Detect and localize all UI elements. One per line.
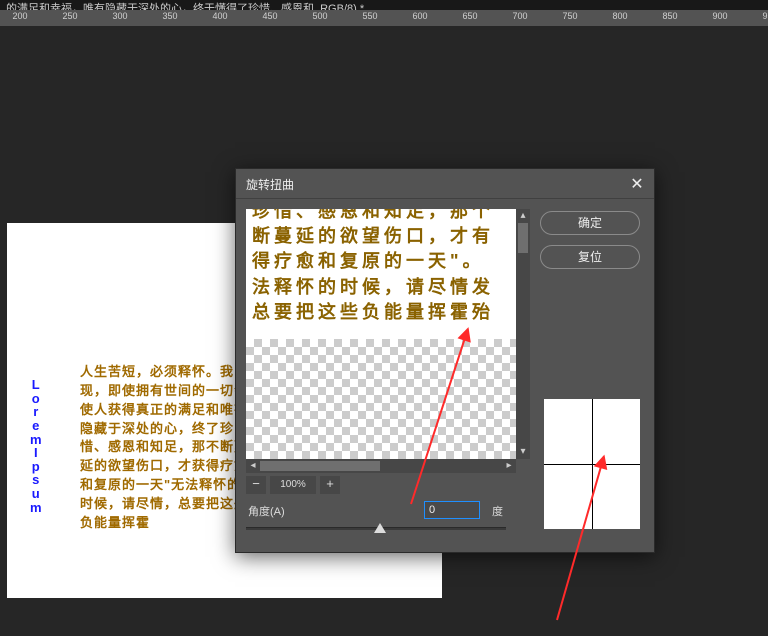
angle-input[interactable] [424, 501, 480, 519]
horizontal-ruler: 1502002503003504004505005506006507007508… [0, 10, 768, 26]
effect-thumbnail [544, 399, 640, 529]
dialog-titlebar[interactable]: 旋转扭曲 ✕ [236, 169, 654, 199]
scroll-right-icon[interactable]: ▸ [502, 459, 516, 473]
dialog-buttons: 确定 复位 [540, 211, 640, 279]
preview-scrollbar-horizontal[interactable]: ◂ ▸ [246, 459, 516, 473]
transparency-checker [246, 339, 516, 459]
ruler-tick: 650 [462, 11, 477, 21]
ruler-tick: 750 [562, 11, 577, 21]
close-icon[interactable]: ✕ [628, 174, 646, 192]
ruler-tick: 600 [412, 11, 427, 21]
ruler-tick: 850 [662, 11, 677, 21]
ruler-tick: 700 [512, 11, 527, 21]
angle-unit: 度 [492, 503, 503, 519]
ruler-tick: 250 [62, 11, 77, 21]
angle-control: 角度(A) 度 [246, 503, 530, 543]
scroll-thumb-horizontal[interactable] [260, 461, 380, 471]
ruler-tick: 200 [12, 11, 27, 21]
ruler-tick: 450 [262, 11, 277, 21]
side-heading: Lorem Ipsum [29, 378, 43, 514]
preview-text: 珍惜、感恩和知足，那个 断蔓延的欲望伤口，才有 得疗愈和复原的一天"。 法释怀的… [252, 209, 516, 325]
ruler-tick: 300 [112, 11, 127, 21]
angle-label: 角度(A) [248, 503, 285, 519]
scroll-up-icon[interactable]: ▴ [516, 209, 530, 223]
scroll-left-icon[interactable]: ◂ [246, 459, 260, 473]
dialog-title: 旋转扭曲 [246, 178, 294, 192]
ok-button[interactable]: 确定 [540, 211, 640, 235]
ruler-tick: 800 [612, 11, 627, 21]
ruler-tick: 400 [212, 11, 227, 21]
document-title: 的满足和幸福，唯有隐藏于深处的心，终于懂得了珍惜、感恩和, RGB/8) * [0, 0, 768, 10]
ruler-tick: 950 [762, 11, 768, 21]
ruler-tick: 900 [712, 11, 727, 21]
scroll-thumb-vertical[interactable] [518, 223, 528, 253]
angle-slider-handle[interactable] [374, 523, 386, 533]
ruler-tick: 350 [162, 11, 177, 21]
zoom-out-button[interactable]: − [246, 476, 266, 494]
reset-button[interactable]: 复位 [540, 245, 640, 269]
zoom-in-button[interactable]: + [320, 476, 340, 494]
ruler-tick: 500 [312, 11, 327, 21]
zoom-controls: − 100% + [246, 475, 530, 495]
document-body-text: 人生苦短，必须释怀。我现，即使拥有世间的一切会使人获得真正的满足和唯有隐藏于深处… [80, 363, 250, 533]
ruler-tick: 550 [362, 11, 377, 21]
scroll-down-icon[interactable]: ▾ [516, 445, 530, 459]
preview-scrollbar-vertical[interactable]: ▴ ▾ [516, 209, 530, 459]
effect-preview[interactable]: 珍惜、感恩和知足，那个 断蔓延的欲望伤口，才有 得疗愈和复原的一天"。 法释怀的… [246, 209, 516, 459]
zoom-level[interactable]: 100% [270, 476, 316, 494]
